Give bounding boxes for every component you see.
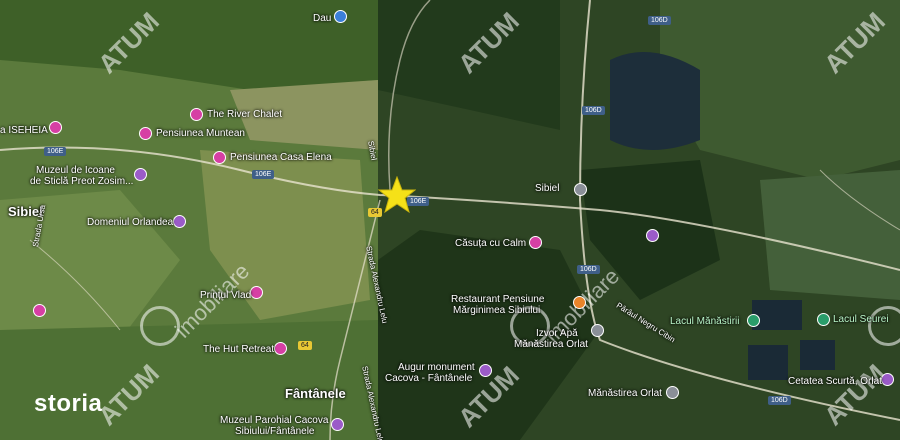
poi-label: Pensiunea Muntean	[156, 128, 245, 139]
road-number-badge: 106D	[582, 106, 605, 115]
lock-pin-icon[interactable]	[334, 10, 347, 23]
place-label: Sibiel	[535, 183, 560, 194]
watermark-logo-icon	[868, 306, 900, 346]
museum-pin-icon[interactable]	[331, 418, 344, 431]
poi-pin-icon[interactable]	[33, 304, 46, 317]
poi-label: Domeniul Orlandea	[87, 217, 174, 228]
road-number-badge: 64	[298, 341, 312, 350]
poi-label: Căsuța cu Calm	[455, 238, 527, 249]
lake-pin-icon[interactable]	[817, 313, 830, 326]
poi-label: Cacova - Fântânele	[385, 373, 473, 384]
road-number-badge: 106D	[577, 265, 600, 274]
road-number-badge: 106D	[768, 396, 791, 405]
poi-label: Mănăstirea Orlat	[588, 388, 662, 399]
poi-label: Lacul Seurei	[833, 314, 889, 325]
poi-label: The Hut Retreat	[203, 344, 275, 355]
monument-pin-icon[interactable]	[479, 364, 492, 377]
place-pin-icon[interactable]	[591, 324, 604, 337]
museum-pin-icon[interactable]	[134, 168, 147, 181]
lodging-pin-icon[interactable]	[173, 215, 186, 228]
watermark-logo-icon	[140, 306, 180, 346]
poi-pin-icon[interactable]	[213, 151, 226, 164]
poi-label: Prințul Vlad	[200, 290, 252, 301]
place-pin-icon[interactable]	[666, 386, 679, 399]
storia-logo: storia	[34, 390, 103, 417]
lake-pin-icon[interactable]	[747, 314, 760, 327]
poi-label: The River Chalet	[207, 109, 283, 120]
map-view[interactable]: ATUM ATUM ATUM ATUM ATUM ATUM imobiliare…	[0, 0, 900, 440]
poi-pin-icon[interactable]	[49, 121, 62, 134]
poi-label: Mărginimea Sibiului	[453, 305, 541, 316]
poi-pin-icon[interactable]	[250, 286, 263, 299]
location-star-icon[interactable]	[378, 176, 416, 214]
place-label: a ISEHEIA	[0, 125, 48, 136]
poi-label: Pensiunea Casa Elena	[230, 152, 332, 163]
road-number-badge: 106E	[252, 170, 275, 179]
poi-label: Cetatea Scurtă, Orlat	[788, 376, 882, 387]
place-label: Fântânele	[285, 386, 346, 401]
restaurant-pin-icon[interactable]	[573, 296, 586, 309]
poi-label: Mănăstirea Orlat	[514, 339, 588, 350]
lodging-pin-icon[interactable]	[646, 229, 659, 242]
monument-pin-icon[interactable]	[881, 373, 894, 386]
poi-pin-icon[interactable]	[139, 127, 152, 140]
road-number-badge: 106D	[648, 16, 671, 25]
poi-label: Sibiului/Fântânele	[235, 426, 315, 437]
poi-pin-icon[interactable]	[190, 108, 203, 121]
place-label: Dau	[313, 13, 332, 24]
poi-label: Lacul Mănăstirii	[670, 316, 740, 327]
poi-pin-icon[interactable]	[529, 236, 542, 249]
poi-label: de Sticlă Preot Zosim...	[30, 176, 134, 187]
poi-pin-icon[interactable]	[274, 342, 287, 355]
road-number-badge: 106E	[44, 147, 67, 156]
transit-pin-icon[interactable]	[574, 183, 587, 196]
